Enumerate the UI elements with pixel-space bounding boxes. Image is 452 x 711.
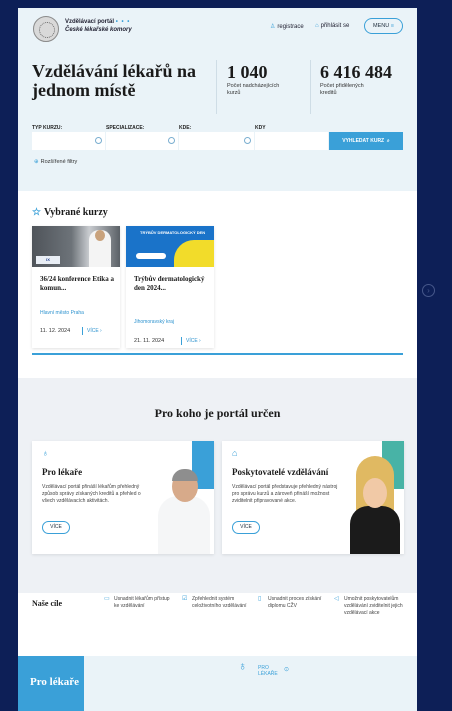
brand-title: Vzdělávací portál [65, 19, 115, 25]
filter-type-label: TYP KURZU: [32, 125, 63, 131]
course-image: IX [32, 226, 120, 267]
logo-seal-icon[interactable] [33, 16, 59, 42]
course-place: Hlavní město Praha [40, 310, 84, 316]
stat-credits-label: Počet přidělených kreditů [320, 83, 364, 96]
for-doctors-heading: Pro lékaře [30, 676, 79, 688]
register-label: registrace [277, 24, 304, 30]
chevron-down-icon [244, 137, 251, 144]
featured-courses-label: Vybrané kurzy [43, 207, 108, 218]
woman-photo [350, 506, 400, 554]
audience-title: Pro koho je portál určen [154, 406, 281, 420]
course-image: TRÝBŮV DERMATOLOGICKÝ DEN [126, 226, 214, 267]
course-separator [82, 327, 83, 335]
document-icon: ▭ [104, 596, 110, 602]
graduation-cap-icon: ⌂ [232, 448, 238, 458]
for-doctors-section: Pro lékaře ♁ PRO LÉKAŘE ⊙ [18, 656, 417, 711]
diploma-icon: ▯ [258, 596, 262, 602]
goal-item: ☑ Zpřehlednit systém celoživotního vzdělá… [182, 596, 252, 610]
page-title: Vzdělávání lékařů na jednom místě [32, 61, 197, 100]
goal-text: Umožnit poskytovatelům vzdělávání zvidit… [344, 596, 403, 616]
course-image-pill [136, 253, 166, 259]
advanced-filters-link[interactable]: ⊕ Rozšířené filtry [34, 159, 77, 165]
chevron-down-icon [168, 137, 175, 144]
audience-card-title: Poskytovatelé vzdělávání [232, 467, 329, 477]
course-date: 11. 12. 2024 [40, 328, 71, 334]
goal-item: ◁ Umožnit poskytovatelům vzdělávání zvidi… [334, 596, 404, 617]
audience-card-title: Pro lékaře [42, 467, 83, 477]
hero-section: Vzdělávací portál • • • České lékařské k… [18, 8, 417, 191]
goal-item: ▭ Usnadnit lékařům přístup ke vzdělávání [104, 596, 174, 610]
user-plus-icon: ♙ [270, 24, 276, 30]
search-button-label: VYHLEDAT KURZ [342, 138, 385, 144]
course-more-link[interactable]: VÍCE › [186, 338, 201, 344]
menu-button[interactable]: MENU ≡ [364, 18, 403, 34]
for-doctors-tab-label: PRO LÉKAŘE [258, 665, 278, 677]
for-doctors-heading-box: Pro lékaře [18, 656, 84, 711]
course-title: Trýbův dermatologický den 2024... [134, 275, 205, 292]
course-card[interactable]: TRÝBŮV DERMATOLOGICKÝ DEN Trýbův dermato… [126, 226, 214, 348]
login-label: přihlásit se [320, 23, 350, 29]
brand[interactable]: Vzdělávací portál • • • České lékařské k… [65, 18, 132, 34]
goal-text: Usnadnit proces získání diplomu CŽV [268, 596, 322, 609]
brand-subtitle: České lékařské komory [65, 27, 132, 33]
goals-title: Naše cíle [32, 599, 62, 608]
stethoscope-icon: ♁ [238, 659, 247, 673]
audience-card-doctors[interactable]: ♁ Pro lékaře Vzdělávací portál přináší l… [32, 441, 214, 554]
stat-divider [216, 60, 217, 114]
course-image-head [95, 230, 105, 241]
carousel-next-icon[interactable]: › [422, 284, 435, 297]
featured-courses-title: ☆ Vybrané kurzy [32, 207, 108, 218]
course-place: Jihomoravský kraj [134, 319, 175, 325]
page: Vzdělávací portál • • • České lékařské k… [18, 8, 417, 711]
filter-specialization-label: SPECIALIZACE: [106, 125, 145, 131]
course-more-link[interactable]: VÍCE › [87, 328, 102, 334]
filter-where-select[interactable] [179, 132, 254, 150]
hamburger-icon: ≡ [390, 23, 394, 29]
lock-icon: ⌂ [315, 23, 319, 29]
stat-courses-label: Počet nadcházejících kurzů [227, 83, 280, 96]
register-link[interactable]: ♙ registrace [270, 23, 304, 30]
goal-text: Usnadnit lékařům přístup ke vzdělávání [114, 596, 170, 609]
course-image-shape [174, 240, 214, 267]
course-image-tag: IX [36, 256, 60, 264]
advanced-filters-label: Rozšířené filtry [40, 159, 78, 165]
goal-item: ▯ Usnadnit proces získání diplomu CŽV [258, 596, 328, 610]
search-course-button[interactable]: VYHLEDAT KURZ ⌕ [329, 132, 403, 150]
audience-card-providers[interactable]: ⌂ Poskytovatelé vzdělávání Vzdělávací po… [222, 441, 404, 554]
course-date: 21. 11. 2024 [134, 338, 165, 344]
course-more-label: VÍCE [186, 338, 198, 344]
more-button[interactable]: VÍCE [42, 521, 70, 534]
search-icon: ⌕ [385, 138, 390, 144]
course-title: 36/24 konference Etika a komun... [40, 275, 114, 292]
filter-when-label: KDY [255, 125, 266, 131]
audience-card-text: Vzdělávací portál představuje přehledný … [232, 484, 338, 504]
star-icon: ☆ [32, 207, 41, 218]
woman-photo-head [363, 478, 387, 508]
audience-card-text: Vzdělávací portál přináší lékařům přehle… [42, 484, 141, 504]
login-link[interactable]: ⌂ přihlásit se [315, 23, 349, 29]
megaphone-icon: ◁ [334, 596, 339, 602]
filter-where-label: KDE: [179, 125, 192, 131]
stat-divider [310, 60, 311, 114]
filter-when-input[interactable] [255, 132, 328, 150]
stat-courses-value: 1 040 [227, 62, 268, 82]
more-button[interactable]: VÍCE [232, 521, 260, 534]
doctor-photo [158, 496, 210, 554]
audience-section: Pro koho je portál určen ♁ Pro lékaře Vz… [18, 378, 417, 593]
course-card[interactable]: IX 36/24 konference Etika a komun... Hla… [32, 226, 120, 348]
course-image-tag: TRÝBŮV DERMATOLOGICKÝ DEN [140, 230, 206, 235]
stethoscope-icon: ♁ [42, 448, 49, 458]
chevron-down-icon [95, 137, 102, 144]
chevron-down-icon: ⊙ [284, 667, 290, 673]
plus-circle-icon: ⊕ [34, 159, 39, 165]
stat-credits-value: 6 416 484 [320, 62, 392, 82]
course-more-label: VÍCE [87, 328, 99, 334]
goal-text: Zpřehlednit systém celoživotního vzděláv… [192, 596, 247, 609]
for-doctors-tab[interactable]: ♁ PRO LÉKAŘE ⊙ [238, 660, 289, 677]
brand-dots: • • • [115, 19, 131, 25]
check-list-icon: ☑ [182, 596, 188, 602]
section-divider [32, 353, 403, 355]
course-separator [181, 337, 182, 345]
menu-label: MENU [373, 23, 390, 29]
